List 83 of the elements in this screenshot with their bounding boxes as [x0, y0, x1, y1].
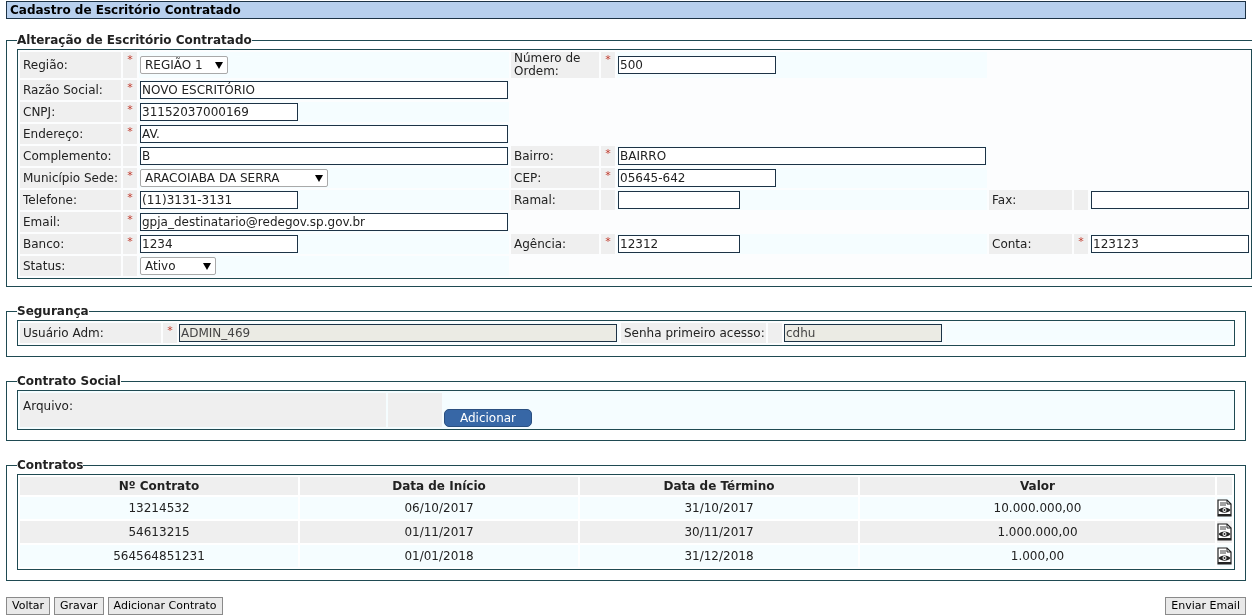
field-label: Endereço: — [23, 127, 84, 141]
field-label: Conta: — [992, 237, 1032, 251]
input-field[interactable]: gpja_destinatario@redegov.sp.gov.br — [140, 213, 508, 231]
table-cell: 1.000.000,00 — [860, 521, 1215, 543]
document-eye-icon[interactable] — [1217, 499, 1232, 517]
table-cell: 10.000.000,00 — [860, 497, 1215, 519]
required-mark: * — [127, 235, 133, 248]
required-mark: * — [605, 169, 611, 182]
required-mark: * — [127, 213, 133, 226]
required-mark: * — [127, 169, 133, 182]
field-label: CNPJ: — [23, 105, 56, 119]
input-field[interactable]: B — [140, 147, 508, 165]
caret-icon — [203, 262, 211, 270]
field-label: Arquivo: — [23, 399, 73, 413]
input-field[interactable]: 05645-642 — [618, 169, 776, 187]
field-label: Município Sede: — [23, 171, 118, 185]
column-header: Valor — [860, 477, 1215, 495]
dropdown[interactable]: REGIÃO 1 — [140, 56, 228, 74]
input-field[interactable]: NOVO ESCRITÓRIO — [140, 81, 508, 99]
input-field[interactable]: AV. — [140, 125, 508, 143]
field-label: Email: — [23, 215, 61, 229]
field-label: Região: — [23, 58, 68, 72]
table-cell: 01/11/2017 — [300, 521, 578, 543]
required-mark: * — [127, 125, 133, 138]
input-field[interactable] — [618, 191, 740, 209]
field-label: Número de Ordem: — [514, 52, 582, 78]
required-mark: * — [127, 191, 133, 204]
table-cell: 13214532 — [20, 497, 298, 519]
table-cell: 30/11/2017 — [580, 521, 858, 543]
field-label: Telefone: — [23, 193, 77, 207]
field-label: CEP: — [514, 171, 542, 185]
table-cell: 54613215 — [20, 521, 298, 543]
section-legend: Contrato Social — [17, 372, 121, 390]
field-label: Razão Social: — [23, 83, 103, 97]
dropdown[interactable]: ARACOIABA DA SERRA — [140, 169, 328, 187]
section-legend: Alteração de Escritório Contratado — [17, 31, 252, 49]
required-mark: * — [1078, 235, 1084, 248]
column-header: Data de Término — [580, 477, 858, 495]
field-label: Senha primeiro acesso: — [624, 325, 765, 342]
required-mark: * — [127, 53, 133, 66]
input-field[interactable]: 31152037000169 — [140, 103, 298, 121]
field-label: Banco: — [23, 237, 65, 251]
field-label: Complemento: — [23, 149, 112, 163]
action-button[interactable]: Voltar — [6, 597, 51, 615]
field-label: Status: — [23, 259, 66, 273]
document-eye-icon[interactable] — [1217, 547, 1232, 565]
input-field[interactable]: BAIRRO — [618, 147, 986, 165]
field-label: Bairro: — [514, 149, 554, 163]
required-mark: * — [167, 324, 173, 337]
action-button[interactable]: Adicionar Contrato — [107, 597, 223, 615]
caret-icon — [215, 61, 223, 69]
table-cell: 1.000,00 — [860, 545, 1215, 567]
field-label: Usuário Adm: — [23, 325, 104, 342]
required-mark: * — [605, 235, 611, 248]
input-field[interactable]: 1234 — [140, 235, 298, 253]
table-cell: 06/10/2017 — [300, 497, 578, 519]
table-cell: 31/12/2018 — [580, 545, 858, 567]
page-header: Cadastro de Escritório Contratado — [6, 1, 1246, 19]
input-field[interactable]: (11)3131-3131 — [140, 191, 298, 209]
table-cell: 564564851231 — [20, 545, 298, 567]
column-header: Nº Contrato — [20, 477, 298, 495]
input-field[interactable] — [1091, 191, 1249, 209]
field-label: Ramal: — [514, 193, 556, 207]
required-mark: * — [127, 81, 133, 94]
input-field[interactable]: 12312 — [618, 235, 740, 253]
column-header: Data de Início — [300, 477, 578, 495]
add-button[interactable]: Adicionar — [444, 409, 532, 427]
section-legend: Segurança — [17, 302, 89, 320]
action-button[interactable]: Enviar Email — [1165, 597, 1246, 615]
caret-icon — [315, 174, 323, 182]
table-cell: 01/01/2018 — [300, 545, 578, 567]
field-label: Agência: — [514, 237, 567, 251]
required-mark: * — [605, 147, 611, 160]
document-eye-icon[interactable] — [1217, 523, 1232, 541]
table-cell: 31/10/2017 — [580, 497, 858, 519]
required-mark: * — [605, 53, 611, 66]
required-mark: * — [127, 103, 133, 116]
input-field[interactable]: 123123 — [1091, 235, 1249, 253]
action-button[interactable]: Gravar — [54, 597, 104, 615]
input-field[interactable]: 500 — [618, 56, 776, 74]
dropdown[interactable]: Ativo — [140, 257, 216, 275]
field-label: Fax: — [992, 193, 1017, 207]
section-legend: Contratos — [17, 456, 84, 474]
